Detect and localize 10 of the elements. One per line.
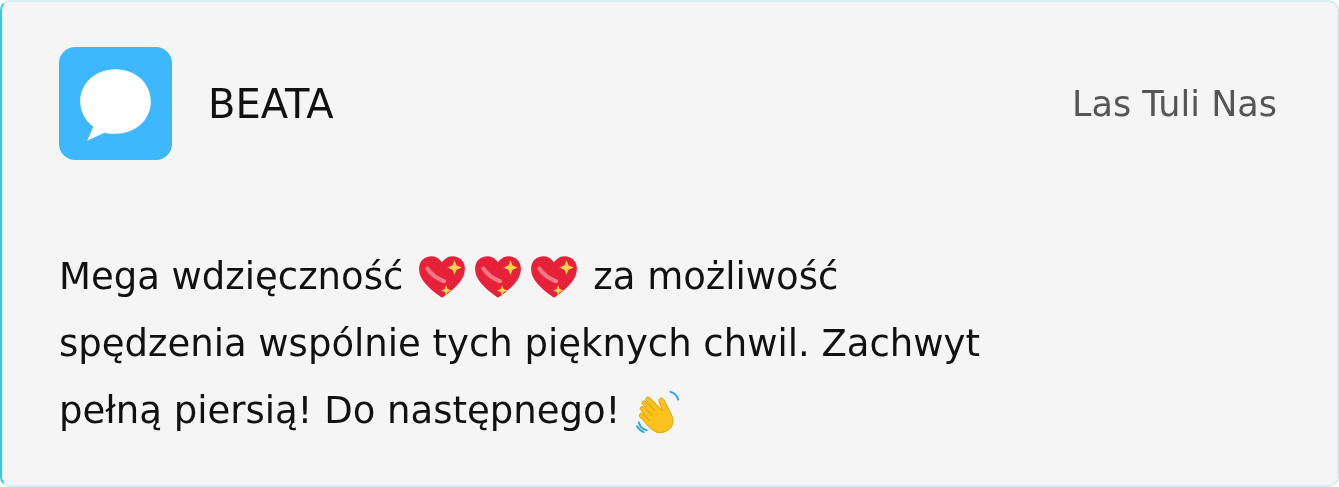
source-label: Las Tuli Nas	[1072, 83, 1277, 124]
message-text: za możliwość	[593, 255, 839, 298]
sparkling-heart-icon	[529, 253, 580, 300]
author-name: BEATA	[208, 80, 335, 127]
sparkling-heart-icon	[473, 253, 524, 300]
sparkling-heart-icon	[417, 253, 468, 300]
chat-bubble-icon	[59, 47, 172, 160]
message-text: Mega wdzięczność	[59, 255, 404, 298]
message-text: pełną piersią! Do następnego!	[59, 389, 621, 432]
message-text: spędzenia wspólnie tych pięknych chwil. Zachwyt	[59, 322, 980, 365]
